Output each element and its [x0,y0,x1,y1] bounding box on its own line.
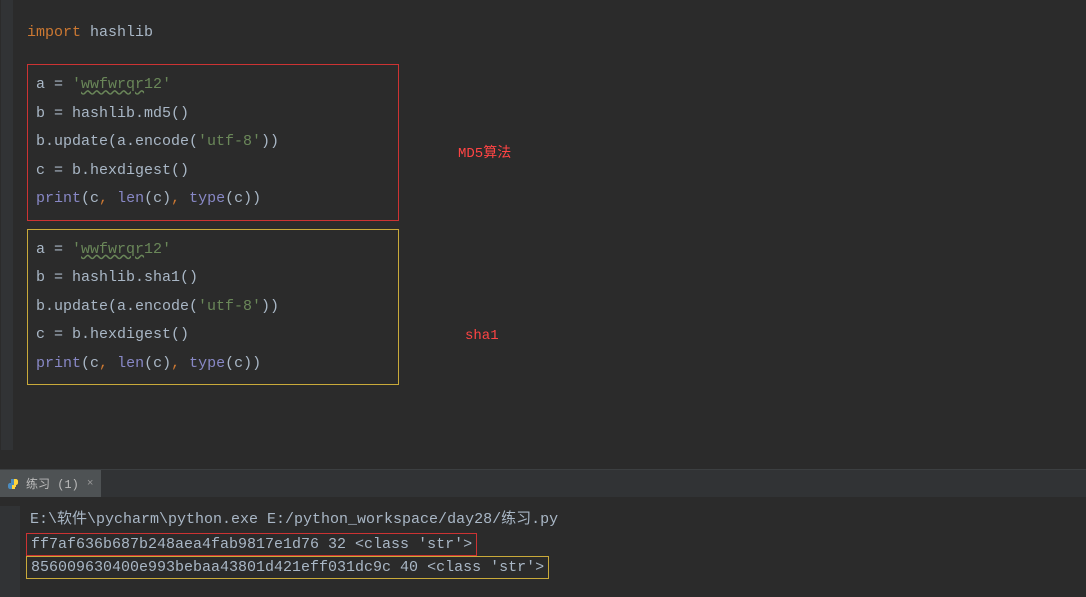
arg: (c)) [225,355,261,372]
module-name: hashlib [90,24,153,41]
comma: , [171,190,180,207]
string-literal: 'utf-8' [198,298,261,315]
console-output[interactable]: E:\软件\pycharm\python.exe E:/python_works… [20,498,1086,589]
md5-line5[interactable]: print(c, len(c), type(c)) [36,185,390,214]
sha1-line3[interactable]: b.update(a.encode('utf-8')) [36,293,390,322]
assign-a: a = [36,241,72,258]
md5-line4[interactable]: c = b.hexdigest() [36,157,390,186]
space [108,355,117,372]
md5-line3[interactable]: b.update(a.encode('utf-8')) [36,128,390,157]
builtin-len: len [117,190,144,207]
md5-line1[interactable]: a = 'wwfwrqr12' [36,71,390,100]
string-tail: 12 [144,241,162,258]
arg: (c [81,190,99,207]
output-md5: ff7af636b687b248aea4fab9817e1d76 32 <cla… [26,533,477,556]
close-icon[interactable]: × [87,478,94,490]
space [108,190,117,207]
console-output-row-sha1[interactable]: 856009630400e993bebaa43801d421eff031dc9c… [20,556,1086,579]
keyword-import: import [27,24,81,41]
method-call: b.update(a.encode( [36,133,198,150]
string-quote: ' [162,241,171,258]
tab-bar-space [101,470,1086,497]
space [180,190,189,207]
comma: , [99,355,108,372]
comma: , [171,355,180,372]
console-command-line[interactable]: E:\软件\pycharm\python.exe E:/python_works… [20,506,1086,533]
arg: (c)) [225,190,261,207]
string-quote: ' [72,76,81,93]
arg: (c [81,355,99,372]
md5-line2[interactable]: b = hashlib.md5() [36,100,390,129]
python-icon [8,478,20,490]
output-sha1: 856009630400e993bebaa43801d421eff031dc9c… [26,556,549,579]
console-panel: 练习 (1) × E:\软件\pycharm\python.exe E:/pyt… [0,469,1086,589]
code-editor[interactable]: import hashlib a = 'wwfwrqr12' b = hashl… [12,0,1086,450]
sha1-line1[interactable]: a = 'wwfwrqr12' [36,236,390,265]
close-paren: )) [261,133,279,150]
method-call: b.update(a.encode( [36,298,198,315]
builtin-len: len [117,355,144,372]
arg: (c) [144,355,171,372]
arg: (c) [144,190,171,207]
builtin-print: print [36,190,81,207]
annotation-sha1: sha1 [465,328,499,344]
assign-a: a = [36,76,72,93]
sha1-line5[interactable]: print(c, len(c), type(c)) [36,350,390,379]
code-block-md5[interactable]: a = 'wwfwrqr12' b = hashlib.md5() b.upda… [27,64,399,221]
builtin-print: print [36,355,81,372]
space [180,355,189,372]
console-output-row-md5[interactable]: ff7af636b687b248aea4fab9817e1d76 32 <cla… [20,533,1086,556]
editor-gutter [1,0,13,450]
close-paren: )) [261,298,279,315]
comma: , [99,190,108,207]
string-literal: wwfwrqr [81,241,144,258]
console-gutter [0,506,20,597]
builtin-type: type [189,355,225,372]
string-quote: ' [72,241,81,258]
console-tab-bar: 练习 (1) × [0,470,1086,498]
annotation-md5: MD5算法 [458,142,511,162]
code-line-import[interactable]: import hashlib [13,18,1086,48]
console-tab[interactable]: 练习 (1) × [0,470,101,497]
tab-label: 练习 (1) [26,475,79,492]
string-quote: ' [162,76,171,93]
code-block-sha1[interactable]: a = 'wwfwrqr12' b = hashlib.sha1() b.upd… [27,229,399,386]
sha1-line2[interactable]: b = hashlib.sha1() [36,264,390,293]
sha1-line4[interactable]: c = b.hexdigest() [36,321,390,350]
string-literal: 'utf-8' [198,133,261,150]
string-tail: 12 [144,76,162,93]
string-literal: wwfwrqr [81,76,144,93]
builtin-type: type [189,190,225,207]
